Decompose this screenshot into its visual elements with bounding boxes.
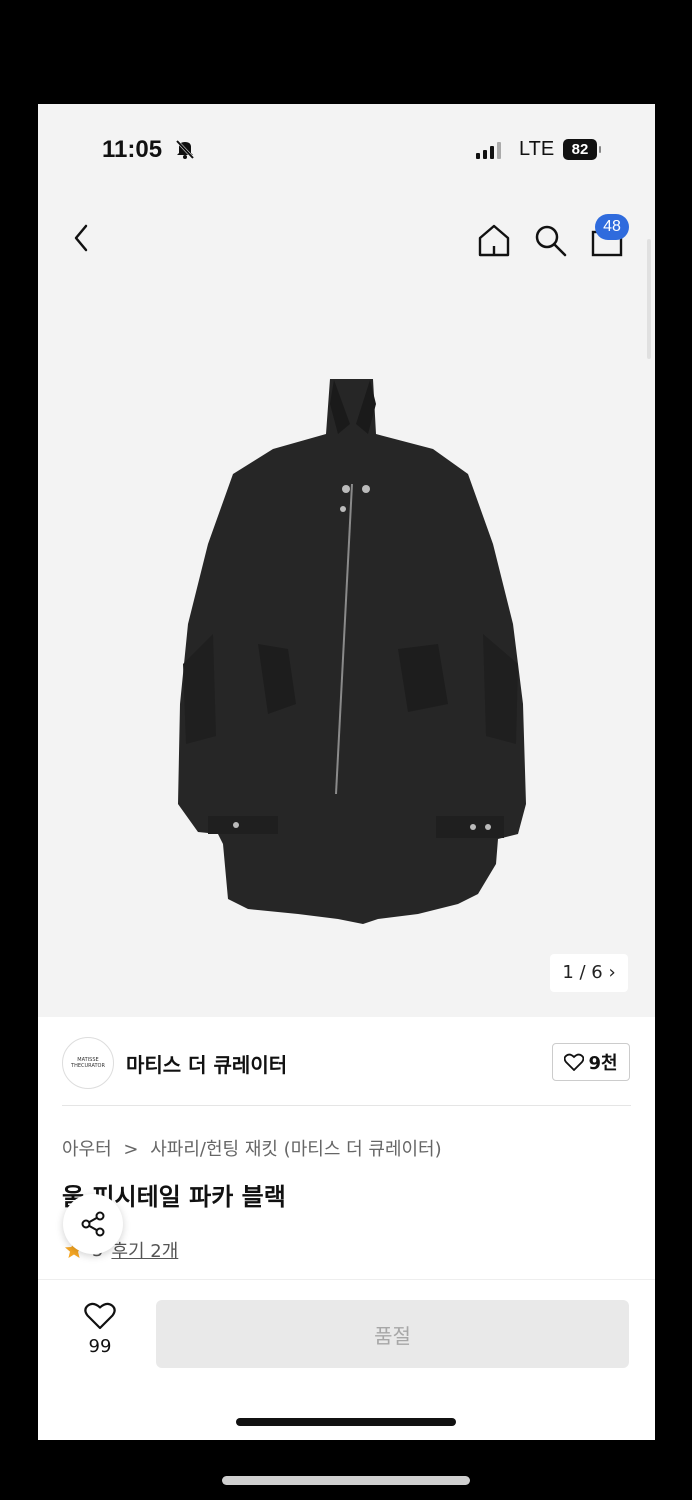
- brand-name-link[interactable]: 마티스 더 큐레이터: [126, 1049, 287, 1078]
- home-icon[interactable]: [476, 222, 512, 258]
- home-indicator: [236, 1418, 456, 1426]
- breadcrumb-item[interactable]: 아우터: [62, 1139, 112, 1160]
- divider: [62, 1105, 631, 1106]
- breadcrumb-separator: >: [123, 1139, 139, 1160]
- phone-screen: 11:05 LTE 82 48 1 / 6 › MATISSE THECURAT…: [38, 104, 655, 1440]
- soldout-button[interactable]: 품절: [156, 1300, 629, 1368]
- heart-icon: [564, 1053, 585, 1071]
- brand-logo-text-2: THECURATOR: [71, 1063, 105, 1069]
- wishlist-count: 99: [88, 1336, 112, 1357]
- share-icon: [81, 1211, 105, 1237]
- breadcrumb: 아우터 > 사파리/헌팅 재킷 (마티스 더 큐레이터): [62, 1135, 442, 1161]
- bell-muted-icon: [175, 139, 195, 160]
- top-nav: [38, 204, 655, 274]
- back-icon[interactable]: [68, 222, 96, 254]
- wishlist-button[interactable]: 99: [78, 1302, 122, 1357]
- network-type: LTE: [519, 138, 555, 160]
- brand-like-count: 9천: [588, 1053, 618, 1074]
- reviews-link[interactable]: 후기 2개: [111, 1237, 178, 1263]
- brand-like-button[interactable]: 9천: [552, 1043, 630, 1081]
- signal-icon: [476, 142, 501, 159]
- status-bar: 11:05 LTE 82: [38, 104, 655, 194]
- battery-icon: 82: [563, 139, 601, 160]
- outer-home-indicator: [222, 1476, 470, 1485]
- cart-count-badge: 48: [595, 214, 629, 240]
- image-counter-button[interactable]: 1 / 6 ›: [550, 954, 628, 992]
- status-time: 11:05: [102, 136, 163, 163]
- share-button[interactable]: [63, 1194, 123, 1254]
- brand-logo[interactable]: MATISSE THECURATOR: [62, 1037, 114, 1089]
- bottom-action-bar: 99 품절: [38, 1279, 655, 1440]
- heart-icon: [84, 1302, 116, 1330]
- breadcrumb-item[interactable]: 사파리/헌팅 재킷 (마티스 더 큐레이터): [150, 1139, 441, 1160]
- search-icon[interactable]: [532, 222, 568, 258]
